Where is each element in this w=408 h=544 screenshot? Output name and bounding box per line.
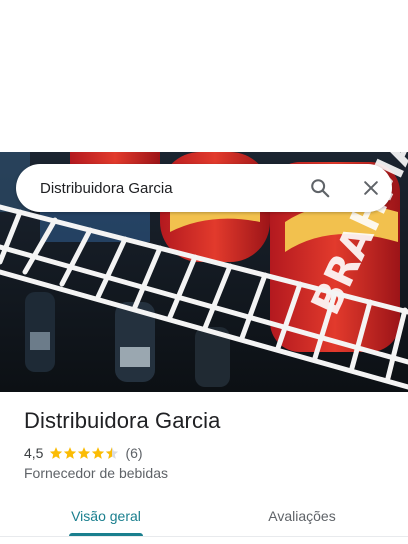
star-rating — [49, 446, 119, 460]
rating-value: 4,5 — [24, 445, 44, 461]
star-full-icon — [50, 447, 63, 459]
search-icon — [311, 179, 330, 198]
rating-row[interactable]: 4,5 (6) — [24, 444, 143, 462]
review-count: (6) — [125, 445, 143, 461]
tab-reviews[interactable]: Avaliações — [262, 496, 342, 536]
close-icon — [364, 181, 378, 195]
clear-search-button[interactable] — [359, 176, 383, 200]
place-name: Distribuidora Garcia — [24, 408, 221, 433]
top-blank-area — [0, 0, 408, 152]
star-full-icon — [64, 447, 77, 459]
star-full-icon — [92, 447, 105, 459]
tabs-divider — [0, 536, 408, 537]
search-button[interactable] — [308, 176, 332, 200]
place-category: Fornecedor de bebidas — [24, 465, 168, 481]
search-bar — [16, 164, 392, 212]
star-half-icon — [106, 447, 119, 459]
tab-overview[interactable]: Visão geral — [68, 496, 144, 536]
place-tabs: Visão geral Avaliações — [0, 496, 408, 540]
search-input[interactable] — [40, 178, 290, 198]
star-full-icon — [78, 447, 91, 459]
